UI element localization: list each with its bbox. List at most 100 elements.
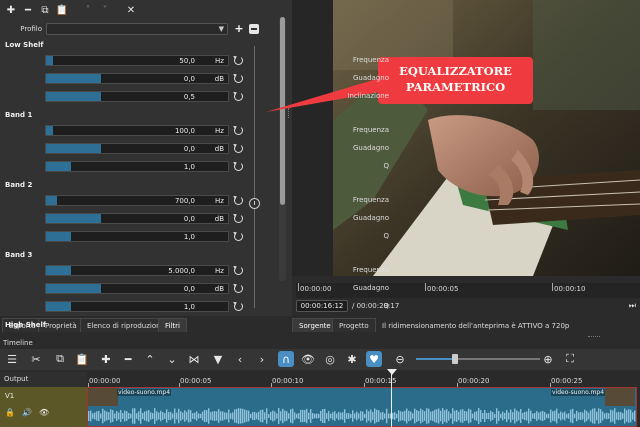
visibility-icon[interactable]: 👁: [39, 408, 49, 417]
playhead[interactable]: [391, 372, 392, 427]
playhead-marker[interactable]: [387, 369, 397, 375]
player-ruler[interactable]: 00:00:00 00:00:05 00:00:10: [296, 283, 640, 298]
add-profile-button[interactable]: +: [233, 23, 245, 35]
move-down-icon[interactable]: ˅: [98, 3, 112, 17]
reset-icon[interactable]: [234, 126, 243, 135]
ripple-delete-icon[interactable]: ━: [120, 351, 136, 367]
param-slider[interactable]: 0,0 dB: [45, 73, 229, 84]
lock-icon[interactable]: 🔒: [5, 408, 15, 417]
tab-source[interactable]: Sorgente: [292, 318, 338, 332]
ripple-icon[interactable]: ◎: [322, 351, 338, 367]
param-slider[interactable]: 50,0 Hz: [45, 55, 229, 66]
ruler-tick-label: 00:00:25: [551, 377, 583, 385]
param-unit: dB: [214, 145, 224, 153]
ripple-all-icon[interactable]: ✱: [344, 351, 360, 367]
previous-marker-icon[interactable]: ‹: [232, 351, 248, 367]
scrollbar-thumb[interactable]: [280, 17, 285, 205]
param-value: 700,0: [174, 197, 195, 205]
toolbar-separator: [115, 3, 121, 17]
reset-icon[interactable]: [234, 266, 243, 275]
param-slider[interactable]: 1,0: [45, 161, 229, 172]
panel-splitter-handle[interactable]: [288, 108, 290, 118]
ruler-tick-label: 00:00:05: [427, 285, 459, 293]
keyframes-icon[interactable]: [249, 198, 260, 209]
reset-icon[interactable]: [234, 302, 243, 311]
param-slider[interactable]: 100,0 Hz: [45, 125, 229, 136]
cut-icon[interactable]: ✂: [28, 351, 44, 367]
zoom-slider[interactable]: [416, 354, 540, 364]
skip-to-end-icon[interactable]: ⏭: [629, 301, 636, 311]
param-unit: dB: [214, 75, 224, 83]
deselect-filter-button[interactable]: ✕: [124, 3, 138, 17]
move-up-icon[interactable]: ˄: [81, 3, 95, 17]
tab-project[interactable]: Progetto: [332, 318, 376, 332]
param-value: 0,5: [183, 93, 195, 101]
preview-background: [292, 0, 333, 276]
slider-fill: [46, 162, 72, 171]
zoom-slider-handle[interactable]: [452, 354, 458, 364]
copy-icon[interactable]: ⧉: [52, 351, 68, 367]
add-filter-button[interactable]: ✚: [4, 3, 18, 17]
next-marker-icon[interactable]: ›: [254, 351, 270, 367]
param-value: 0,0: [183, 285, 195, 293]
ruler-tick: [298, 283, 299, 291]
remove-profile-button[interactable]: [249, 24, 259, 34]
timeline-header: [0, 337, 640, 348]
reset-icon[interactable]: [234, 162, 243, 171]
timecode-current-field[interactable]: 00:00:16:12: [296, 300, 348, 312]
param-label: Guadagno: [352, 214, 389, 222]
filter-scrollbar[interactable]: [279, 17, 286, 281]
snap-icon[interactable]: ∩: [278, 351, 294, 367]
slider-fill: [46, 144, 101, 153]
profile-label: Profilo: [20, 25, 42, 33]
param-unit: dB: [214, 285, 224, 293]
section-title: Band 2: [5, 181, 33, 189]
scrub-icon[interactable]: 👁: [300, 351, 316, 367]
reset-icon[interactable]: [234, 284, 243, 293]
param-slider[interactable]: 700,0 Hz: [45, 195, 229, 206]
mute-icon[interactable]: 🔊: [22, 408, 32, 417]
remove-filter-button[interactable]: ━: [21, 3, 35, 17]
param-slider[interactable]: 0,0 dB: [45, 143, 229, 154]
param-slider[interactable]: 0,0 dB: [45, 283, 229, 294]
zoom-in-icon[interactable]: ⊕: [540, 351, 556, 367]
split-icon[interactable]: ⋈: [186, 351, 202, 367]
append-icon[interactable]: ✚: [98, 351, 114, 367]
lift-icon[interactable]: ⌃: [142, 351, 158, 367]
ruler-tick-label: 00:00:00: [300, 285, 332, 293]
reset-icon[interactable]: [234, 144, 243, 153]
ruler-tick-label: 00:00:10: [272, 377, 304, 385]
param-slider[interactable]: 1,0: [45, 301, 229, 312]
ruler-tick-label: 00:00:20: [458, 377, 490, 385]
slider-fill: [46, 232, 72, 241]
param-label: Guadagno: [352, 74, 389, 82]
param-slider[interactable]: 5.000,0 Hz: [45, 265, 229, 276]
menu-icon[interactable]: ☰: [4, 351, 20, 367]
paste-icon[interactable]: 📋: [74, 351, 90, 367]
param-label: Frequenza: [352, 126, 389, 134]
reset-icon[interactable]: [234, 74, 243, 83]
param-slider[interactable]: 1,0: [45, 231, 229, 242]
overwrite-icon[interactable]: ⌄: [164, 351, 180, 367]
reset-icon[interactable]: [234, 56, 243, 65]
slider-fill: [46, 126, 54, 135]
zoom-out-icon[interactable]: ⊖: [392, 351, 408, 367]
param-value: 1,0: [183, 303, 195, 311]
param-slider[interactable]: 0,0 dB: [45, 213, 229, 224]
paste-filter-button[interactable]: 📋: [55, 3, 69, 17]
tab-filters[interactable]: Filtri: [158, 318, 187, 332]
slider-fill: [46, 196, 57, 205]
ripple-markers-icon[interactable]: ♥: [366, 351, 382, 367]
timeline-title: Timeline: [3, 339, 33, 347]
param-label: Frequenza: [352, 196, 389, 204]
zoom-fit-icon[interactable]: ⛶: [562, 351, 578, 367]
param-value: 0,0: [183, 145, 195, 153]
copy-filter-button[interactable]: ⧉: [38, 3, 52, 17]
reset-icon[interactable]: [234, 92, 243, 101]
reset-icon[interactable]: [234, 232, 243, 241]
reset-icon[interactable]: [234, 214, 243, 223]
param-slider[interactable]: 0,5: [45, 91, 229, 102]
marker-icon[interactable]: ▼: [210, 351, 226, 367]
reset-icon[interactable]: [234, 196, 243, 205]
profile-select[interactable]: ▼: [46, 23, 228, 35]
